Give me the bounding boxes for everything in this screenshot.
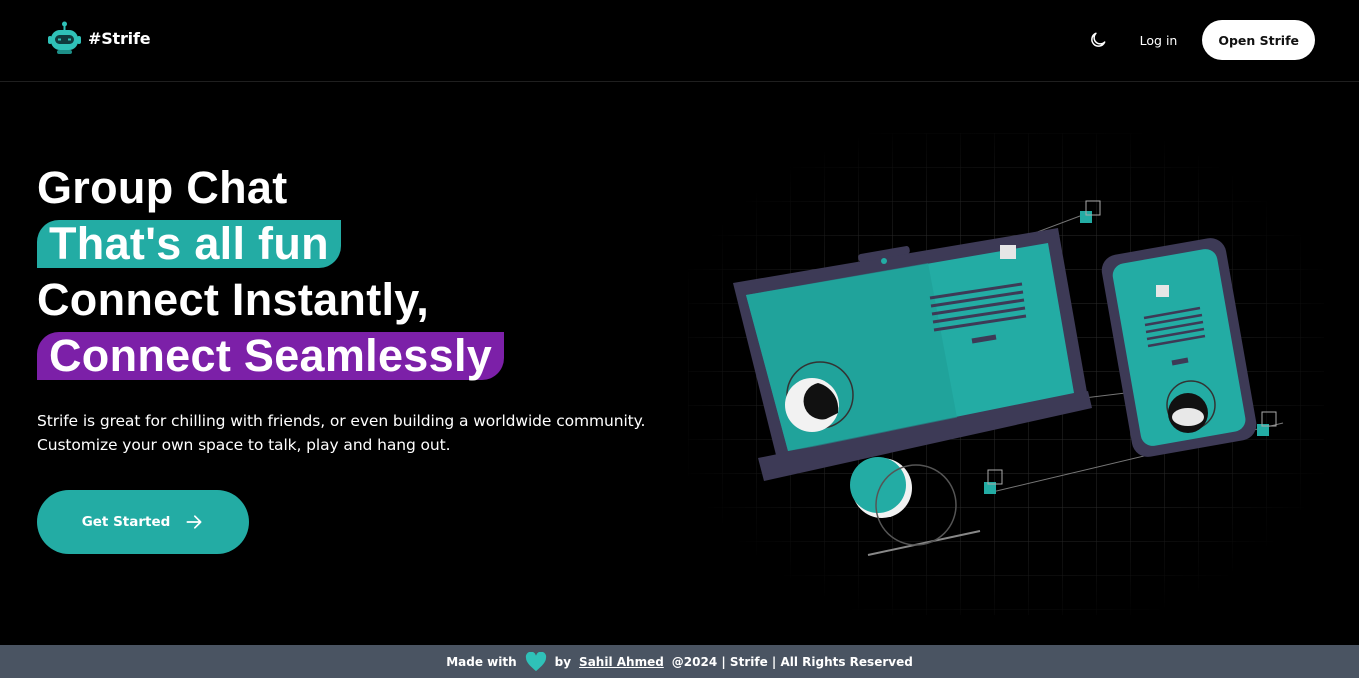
headline-line-1: Group Chat bbox=[37, 162, 288, 213]
login-link[interactable]: Log in bbox=[1140, 33, 1178, 48]
devices-illustration bbox=[688, 133, 1324, 615]
footer-by: by bbox=[554, 654, 572, 669]
get-started-button[interactable]: Get Started bbox=[37, 490, 249, 554]
footer-rights: @2024 | Strife | All Rights Reserved bbox=[671, 654, 913, 669]
subtitle-line-2: Customize your own space to talk, play a… bbox=[37, 436, 451, 454]
headline-highlight-teal: That's all fun bbox=[37, 220, 341, 268]
hero-illustration bbox=[688, 133, 1324, 615]
footer-made-with: Made with bbox=[446, 654, 517, 669]
brand-name: #Strife bbox=[88, 28, 151, 48]
site-header: #Strife Log in Open Strife bbox=[0, 0, 1359, 82]
headline-line-3: Connect Instantly, bbox=[37, 274, 430, 325]
author-link[interactable]: Sahil Ahmed bbox=[579, 655, 664, 669]
headline-highlight-purple: Connect Seamlessly bbox=[37, 332, 505, 380]
theme-toggle-button[interactable] bbox=[1086, 28, 1110, 52]
arrow-right-icon bbox=[186, 515, 202, 529]
open-strife-button[interactable]: Open Strife bbox=[1202, 20, 1315, 60]
brand-logo[interactable]: #Strife bbox=[48, 20, 151, 56]
hero-subtitle: Strife is great for chilling with friend… bbox=[37, 409, 677, 457]
header-nav: Log in Open Strife bbox=[1086, 20, 1315, 60]
moon-icon bbox=[1090, 32, 1106, 47]
hero-headline: Group Chat That's all fun Connect Instan… bbox=[37, 160, 505, 384]
heart-icon bbox=[525, 651, 547, 672]
subtitle-line-1: Strife is great for chilling with friend… bbox=[37, 412, 646, 430]
site-footer: Made with by Sahil Ahmed @2024 | Strife … bbox=[0, 645, 1359, 678]
get-started-label: Get Started bbox=[81, 514, 171, 530]
robot-icon bbox=[48, 21, 81, 54]
